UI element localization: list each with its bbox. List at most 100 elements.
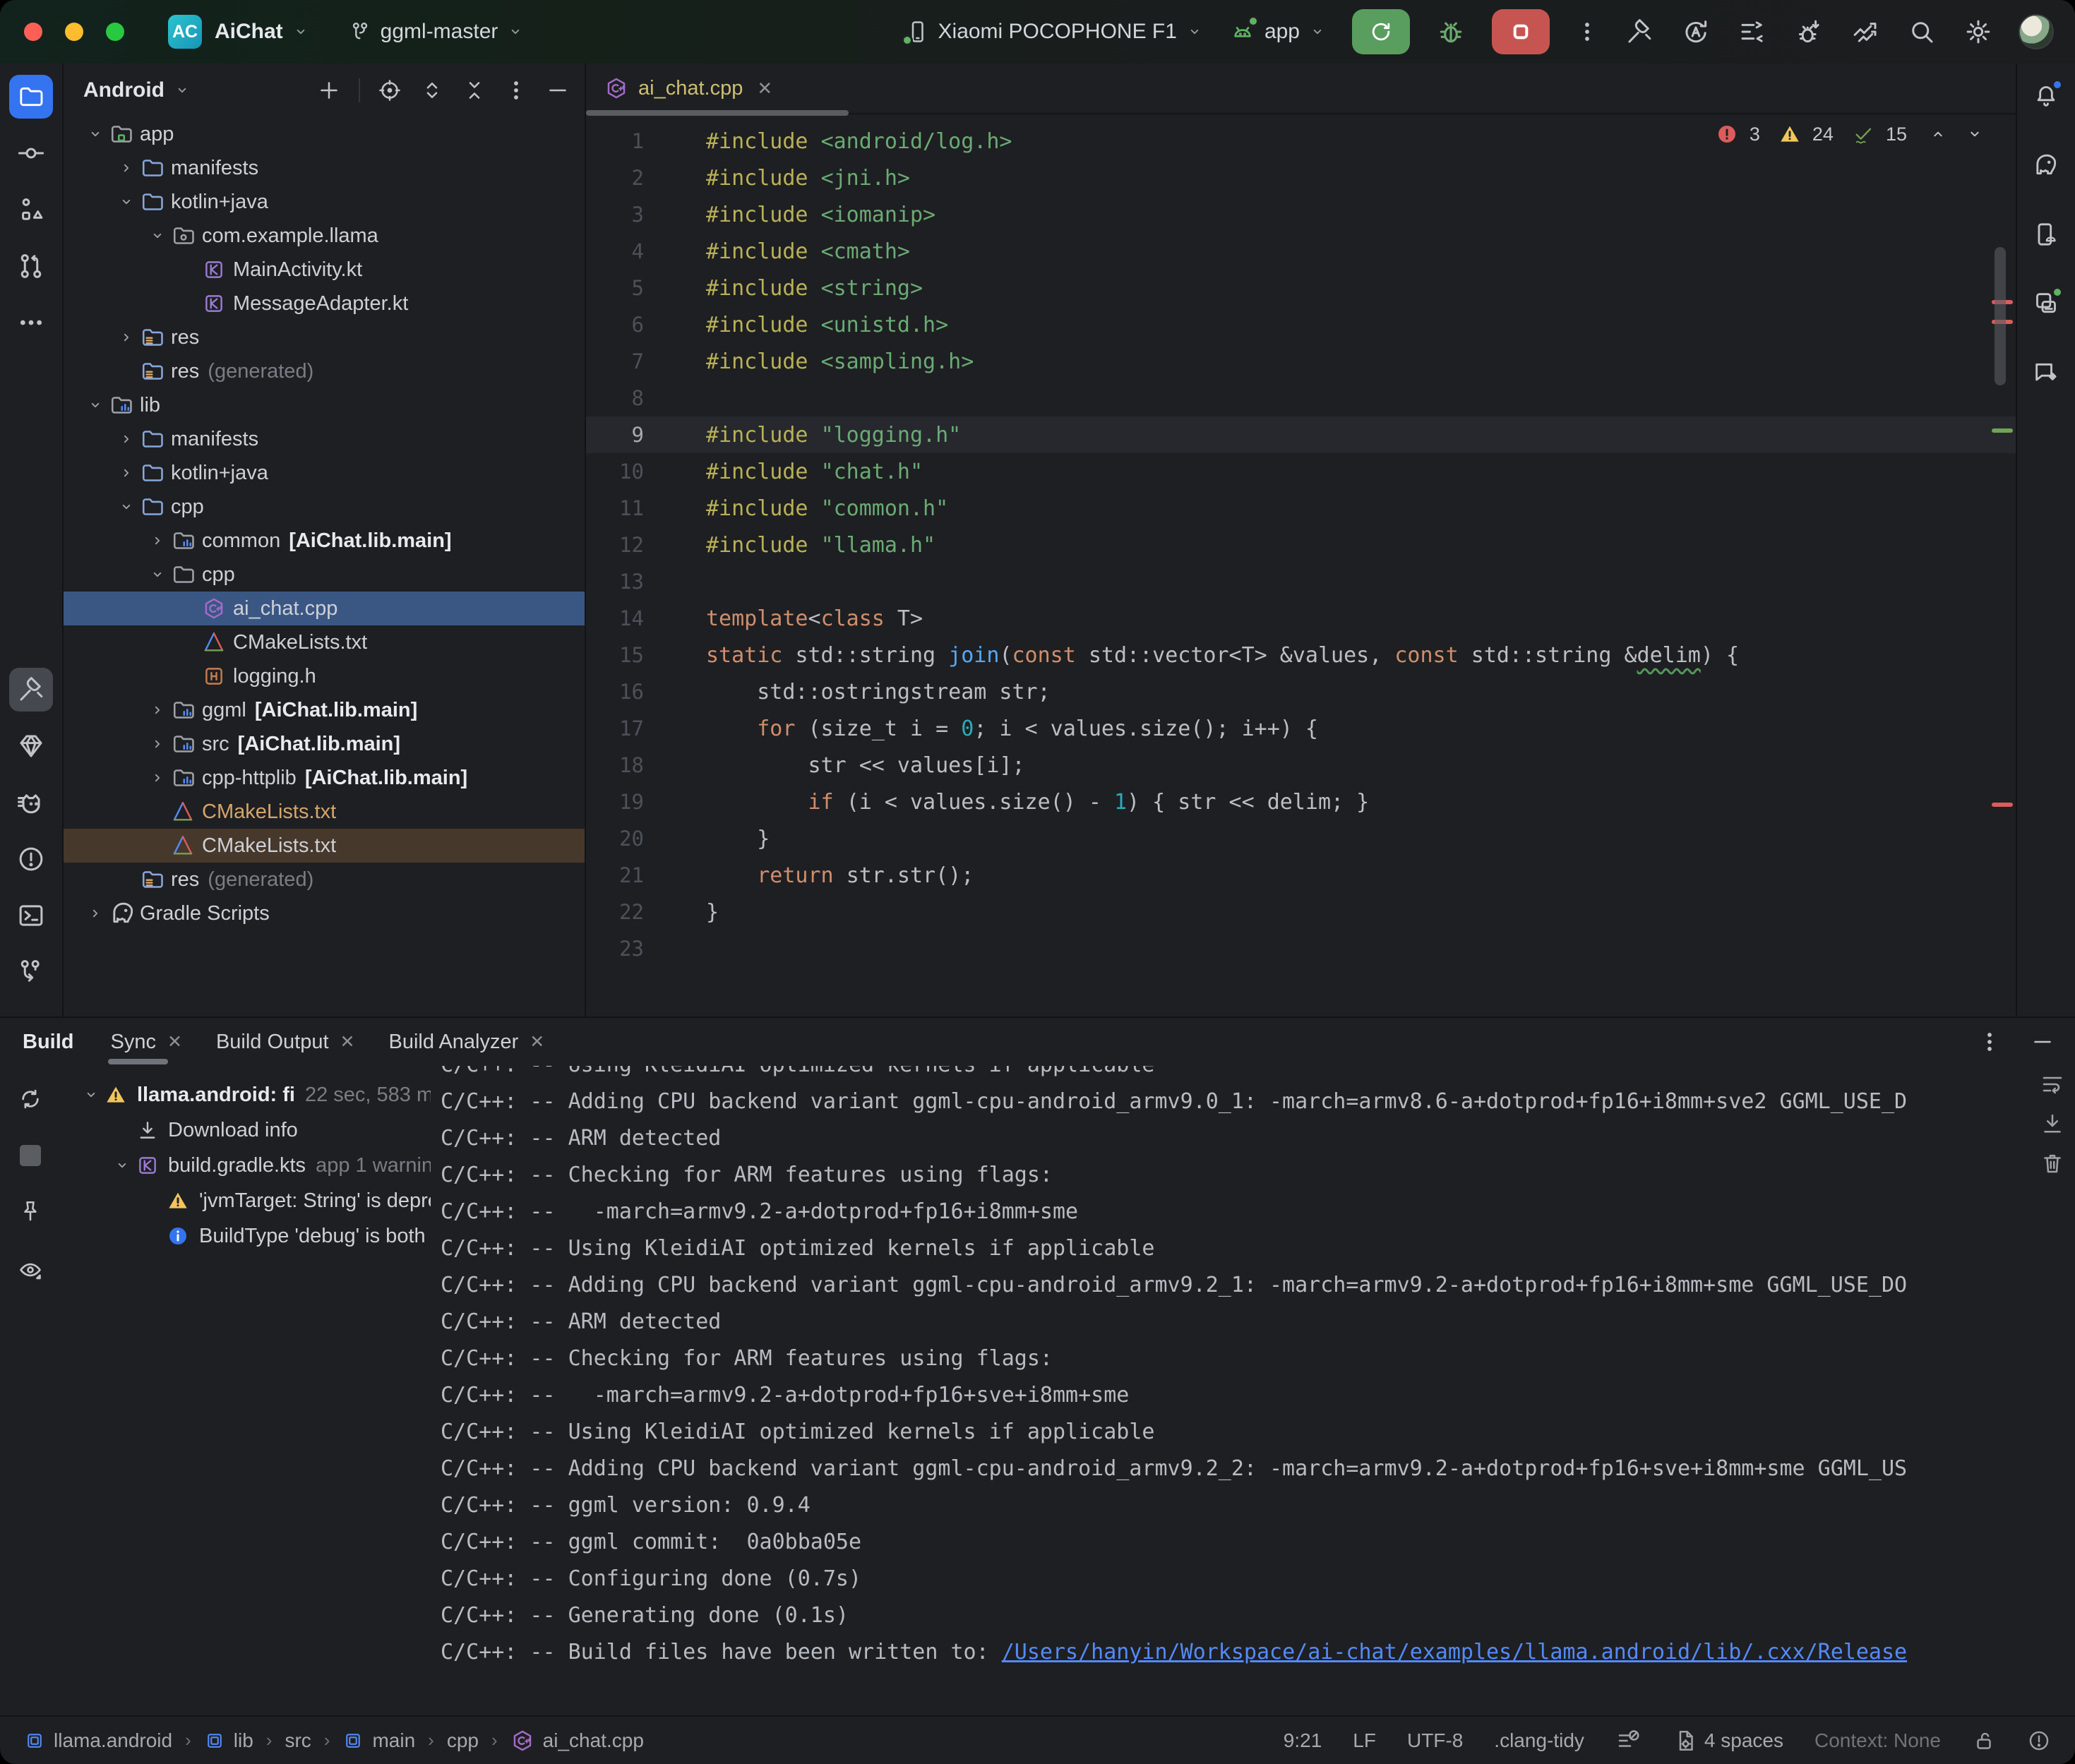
tree-row-cmakelists-txt[interactable]: CMakeLists.txt xyxy=(64,795,585,829)
expand-all-icon[interactable] xyxy=(419,78,445,103)
tree-row-ai-chat-cpp[interactable]: ai_chat.cpp xyxy=(64,592,585,625)
code-line-4[interactable]: 4#include <cmath> xyxy=(586,233,2016,270)
tree-row-kotlin-java[interactable]: kotlin+java xyxy=(64,185,585,219)
status-widget-inspections-off-icon[interactable] xyxy=(1615,1728,1641,1753)
code-line-20[interactable]: 20 } xyxy=(586,820,2016,857)
breadcrumb-item-main[interactable]: main xyxy=(342,1729,415,1752)
tool-button-logcat-icon[interactable] xyxy=(9,781,53,824)
status-widget-lf[interactable]: LF xyxy=(1353,1729,1376,1752)
code-line-7[interactable]: 7#include <sampling.h> xyxy=(586,343,2016,380)
code-line-17[interactable]: 17 for (size_t i = 0; i < values.size();… xyxy=(586,710,2016,747)
tree-row-messageadapter-kt[interactable]: MessageAdapter.kt xyxy=(64,287,585,320)
chevron-right-icon[interactable] xyxy=(148,532,167,550)
attach-debugger-icon[interactable] xyxy=(1794,17,1824,47)
horizontal-scrollbar[interactable] xyxy=(586,110,849,116)
tool-button-pull-requests-icon[interactable] xyxy=(9,244,53,288)
pin-icon[interactable] xyxy=(18,1199,43,1224)
breadcrumb-item-ai-chat-cpp[interactable]: ai_chat.cpp xyxy=(510,1729,644,1753)
code-line-19[interactable]: 19 if (i < values.size() - 1) { str << d… xyxy=(586,784,2016,820)
code-line-18[interactable]: 18 str << values[i]; xyxy=(586,747,2016,784)
breadcrumb-item-cpp[interactable]: cpp xyxy=(447,1729,479,1752)
tree-chevron-down-icon[interactable] xyxy=(148,227,167,245)
tool-button-gemini-chat-icon[interactable] xyxy=(2032,359,2060,387)
tool-button-device-manager-icon[interactable] xyxy=(2032,289,2060,318)
device-selector[interactable]: Xiaomi POCOPHONE F1 xyxy=(904,19,1204,44)
tree-chevron-down-icon[interactable] xyxy=(86,396,104,414)
tree-row-lib[interactable]: lib xyxy=(64,388,585,422)
rerun-button[interactable] xyxy=(1352,9,1410,54)
tree-row-manifests[interactable]: manifests xyxy=(64,422,585,456)
code-line-12[interactable]: 12#include "llama.h" xyxy=(586,527,2016,563)
hide-build-panel-button[interactable] xyxy=(2030,1029,2055,1055)
tree-chevron-down-icon[interactable] xyxy=(117,498,136,516)
sync-tree-row[interactable]: 'jvmTarget: String' is deprec xyxy=(61,1183,431,1218)
tool-button-build-hammer-icon[interactable] xyxy=(9,668,53,712)
tree-row-cmakelists-txt[interactable]: CMakeLists.txt xyxy=(64,829,585,863)
sync-tree-row[interactable]: Download info xyxy=(61,1112,431,1148)
soft-wrap-icon[interactable] xyxy=(2040,1072,2065,1097)
tool-button-terminal-icon[interactable] xyxy=(9,894,53,937)
tree-row-cpp[interactable]: cpp xyxy=(64,558,585,592)
code-changes-icon[interactable] xyxy=(1738,17,1767,47)
chevron-right-icon[interactable] xyxy=(148,735,167,753)
status-widget-4-spaces[interactable]: 4 spaces xyxy=(1672,1728,1783,1753)
stop-button[interactable] xyxy=(1492,9,1550,54)
code-line-5[interactable]: 5#include <string> xyxy=(586,270,2016,306)
close-tab-icon[interactable]: ✕ xyxy=(340,1031,355,1052)
scroll-to-end-icon[interactable] xyxy=(2040,1111,2065,1136)
status-widget-lock-icon[interactable] xyxy=(1972,1729,1996,1753)
code-line-23[interactable]: 23 xyxy=(586,930,2016,967)
build-output-link[interactable]: /Users/hanyin/Workspace/ai-chat/examples… xyxy=(1002,1640,1907,1664)
tree-row-cpp-httplib[interactable]: cpp-httplib[AiChat.lib.main] xyxy=(64,761,585,795)
code-line-21[interactable]: 21 return str.str(); xyxy=(586,857,2016,894)
tree-row-res[interactable]: res(generated) xyxy=(64,354,585,388)
close-window-button[interactable] xyxy=(24,23,42,41)
status-widget-context-none[interactable]: Context: None xyxy=(1814,1729,1941,1752)
close-tab-icon[interactable]: ✕ xyxy=(530,1031,544,1052)
code-line-14[interactable]: 14template<class T> xyxy=(586,600,2016,637)
apply-changes-icon[interactable] xyxy=(1681,17,1711,47)
code-editor[interactable]: 1#include <android/log.h>2#include <jni.… xyxy=(586,114,2016,1016)
tree-row-ggml[interactable]: ggml[AiChat.lib.main] xyxy=(64,693,585,727)
code-line-8[interactable]: 8 xyxy=(586,380,2016,416)
code-line-15[interactable]: 15static std::string join(const std::vec… xyxy=(586,637,2016,673)
code-line-16[interactable]: 16 std::ostringstream str; xyxy=(586,673,2016,710)
tool-button-version-control-icon[interactable] xyxy=(9,950,53,994)
code-line-10[interactable]: 10#include "chat.h" xyxy=(586,453,2016,490)
code-line-13[interactable]: 13 xyxy=(586,563,2016,600)
tree-row-src[interactable]: src[AiChat.lib.main] xyxy=(64,727,585,761)
more-actions-button[interactable] xyxy=(1575,20,1599,44)
chevron-right-icon[interactable] xyxy=(117,159,136,177)
tool-button-quality-insights-icon[interactable] xyxy=(9,724,53,768)
chevron-right-icon[interactable] xyxy=(148,701,167,719)
tree-chevron-down-icon[interactable] xyxy=(113,1156,131,1175)
close-tab-icon[interactable]: ✕ xyxy=(757,78,772,100)
zoom-window-button[interactable] xyxy=(106,23,124,41)
tool-button-commit-icon[interactable] xyxy=(9,131,53,175)
tree-row-logging-h[interactable]: logging.h xyxy=(64,659,585,693)
breadcrumb-item-lib[interactable]: lib xyxy=(204,1729,253,1752)
stop-filled-icon[interactable] xyxy=(20,1145,41,1166)
tool-button-problems-icon[interactable] xyxy=(9,837,53,881)
tree-row-common[interactable]: common[AiChat.lib.main] xyxy=(64,524,585,558)
prev-problem-icon[interactable] xyxy=(1928,124,1948,144)
tree-chevron-down-icon[interactable] xyxy=(148,565,167,584)
tree-chevron-down-icon[interactable] xyxy=(117,193,136,211)
build-hammer-icon[interactable] xyxy=(1625,17,1654,47)
code-line-9[interactable]: 9#include "logging.h" xyxy=(586,416,2016,453)
tree-chevron-down-icon[interactable] xyxy=(82,1086,100,1104)
tool-button-structure-icon[interactable] xyxy=(9,188,53,232)
build-panel-options-button[interactable] xyxy=(1978,1030,2002,1054)
chevron-right-icon[interactable] xyxy=(117,430,136,448)
status-widget-error-info-icon[interactable] xyxy=(2027,1729,2051,1753)
tree-row-res[interactable]: res xyxy=(64,320,585,354)
code-line-22[interactable]: 22} xyxy=(586,894,2016,930)
sync-tree-row[interactable]: build.gradle.ktsapp 1 warning xyxy=(61,1148,431,1183)
project-widget[interactable]: AiChat xyxy=(215,20,310,44)
settings-gear-icon[interactable] xyxy=(1963,17,1993,47)
hide-panel-icon[interactable] xyxy=(545,78,570,103)
chevron-right-icon[interactable] xyxy=(86,904,104,923)
breadcrumb-item-llama-android[interactable]: llama.android xyxy=(24,1729,172,1752)
build-tab-build-output[interactable]: Build Output✕ xyxy=(199,1018,372,1066)
tree-row-cpp[interactable]: cpp xyxy=(64,490,585,524)
